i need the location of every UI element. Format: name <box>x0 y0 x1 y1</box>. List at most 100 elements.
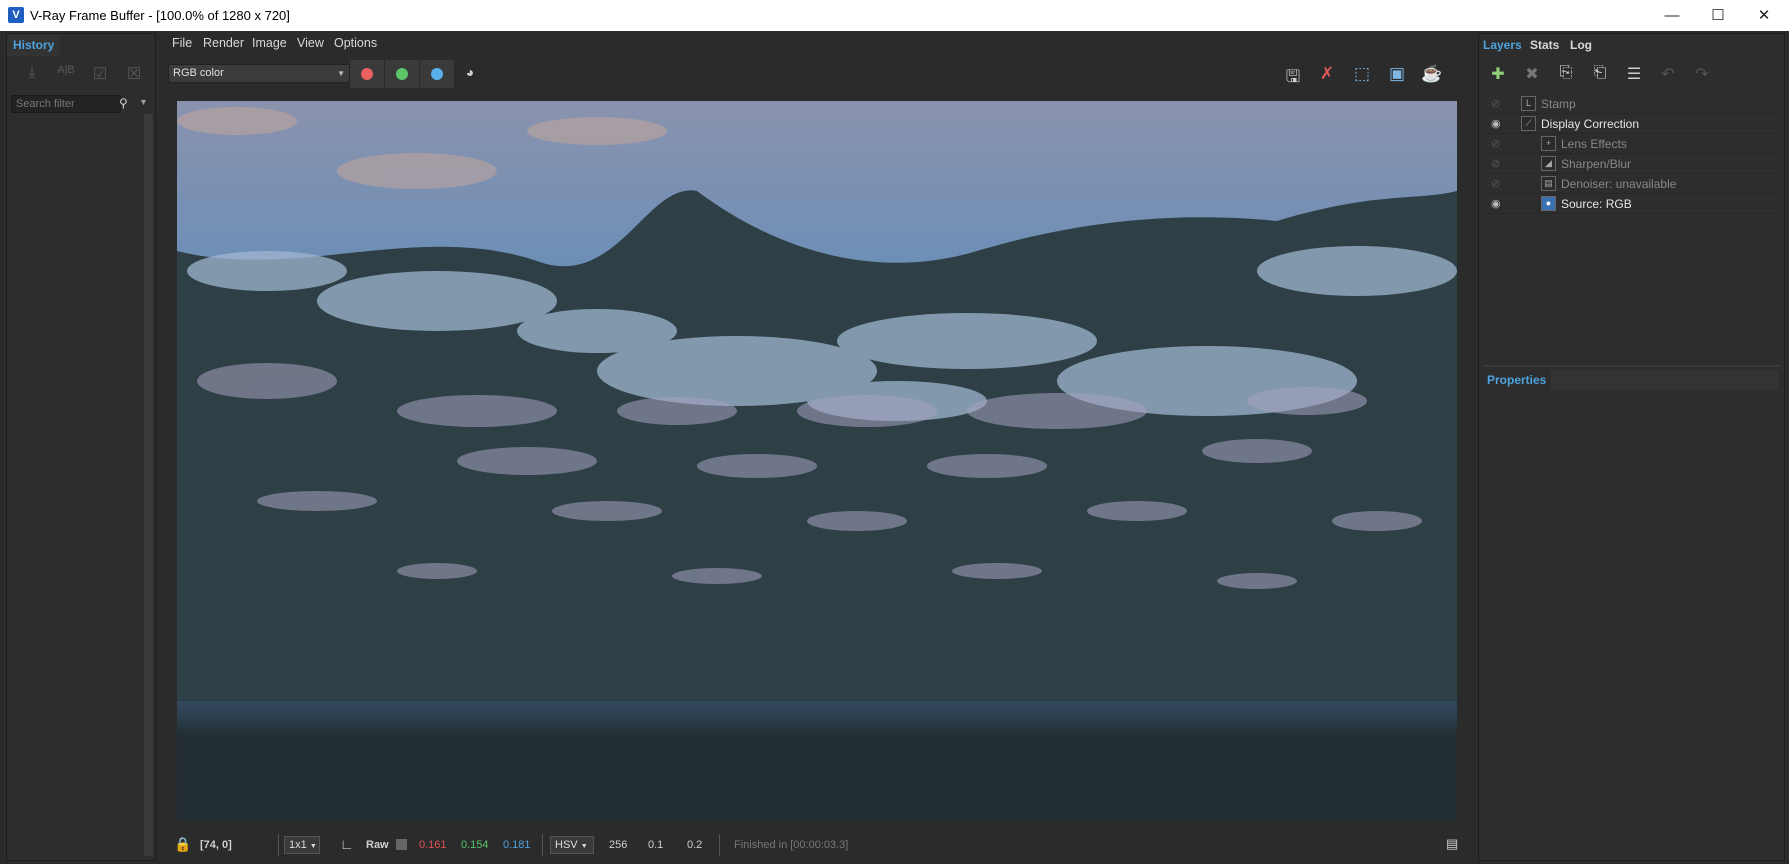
divider <box>719 834 720 856</box>
rgb-source-icon: ● <box>1541 196 1556 211</box>
blue-value: 0.181 <box>503 839 531 851</box>
chevron-down-icon: ▼ <box>580 843 588 850</box>
layer-name: Source: RGB <box>1561 197 1632 211</box>
redo-icon[interactable]: ↷ <box>1689 64 1715 88</box>
green-value: 0.154 <box>461 839 489 851</box>
layer-name: Display Correction <box>1541 117 1640 131</box>
pixel-coords: [74, 0] <box>200 839 232 851</box>
history-toolbar: ⤓ A|B ☑ ☒ <box>13 64 153 88</box>
window-title: V-Ray Frame Buffer - [100.0% of 1280 x 7… <box>30 8 290 23</box>
raw-label: Raw <box>366 839 389 851</box>
menu-image[interactable]: Image <box>252 36 287 50</box>
chevron-down-icon[interactable]: ▼ <box>139 97 148 107</box>
menu-view[interactable]: View <box>297 36 324 50</box>
lens-effects-icon: + <box>1541 136 1556 151</box>
expand-panel-icon[interactable]: ▤ <box>1446 836 1458 852</box>
render-status-message: Finished in [00:00:03.3] <box>734 839 849 851</box>
layer-display-correction[interactable]: ◉ ⟋ Display Correction <box>1483 114 1779 134</box>
green-dot-icon <box>396 68 408 80</box>
delete-layer-icon[interactable]: ✖ <box>1519 64 1545 88</box>
load-history-icon[interactable]: ☑ <box>89 64 111 84</box>
save-to-history-icon[interactable]: ⤓ <box>21 64 43 84</box>
ab-compare-icon[interactable]: A|B <box>55 64 77 84</box>
vray-logo-icon: V <box>8 7 24 23</box>
remove-history-icon[interactable]: ☒ <box>123 64 145 84</box>
curve-icon: ⟋ <box>1521 116 1536 131</box>
chevron-down-icon: ▼ <box>337 69 345 78</box>
menu-options[interactable]: Options <box>334 36 377 50</box>
blue-channel-toggle[interactable] <box>420 60 454 88</box>
minimize-button[interactable]: — <box>1649 0 1695 31</box>
hidden-icon[interactable]: ⊘ <box>1491 157 1500 170</box>
region-render-icon[interactable]: ⬚ <box>1349 64 1375 86</box>
history-scrollbar[interactable] <box>144 114 153 856</box>
color-mode-value: HSV <box>555 839 578 851</box>
load-layers-icon[interactable]: ⎗ <box>1587 64 1613 88</box>
channel-select-value: RGB color <box>173 67 224 79</box>
value-value: 0.2 <box>687 839 703 851</box>
rendered-image <box>177 101 1457 821</box>
layer-denoiser[interactable]: ⊘ ▤ Denoiser: unavailable <box>1483 174 1779 194</box>
hidden-icon[interactable]: ⊘ <box>1491 177 1500 190</box>
close-button[interactable]: ✕ <box>1741 0 1787 31</box>
tab-layers[interactable]: Layers <box>1483 38 1522 52</box>
divider <box>542 834 543 856</box>
history-panel: History ⤓ A|B ☑ ☒ Search filter ⚲ ▼ <box>6 33 156 861</box>
denoiser-icon: ▤ <box>1541 176 1556 191</box>
layer-name: Sharpen/Blur <box>1561 157 1632 171</box>
channel-select[interactable]: RGB color ▼ <box>168 64 350 83</box>
tab-stats[interactable]: Stats <box>1530 38 1559 52</box>
save-layers-icon[interactable]: ⎘ <box>1553 64 1579 88</box>
render-icon[interactable]: ☕ <box>1419 64 1445 86</box>
layer-source-rgb[interactable]: ◉ ● Source: RGB <box>1483 194 1779 214</box>
red-value: 0.161 <box>419 839 447 851</box>
layer-list: ⊘ L Stamp ◉ ⟋ Display Correction ⊘ + Len… <box>1483 94 1779 214</box>
search-icon[interactable]: ⚲ <box>119 96 128 110</box>
tab-log[interactable]: Log <box>1570 38 1592 52</box>
status-bar: 🔒 [74, 0] 1x1 ▼ ∟ Raw 0.161 0.154 0.181 … <box>166 832 1468 858</box>
layer-name: Stamp <box>1541 97 1576 111</box>
layer-sharpen-blur[interactable]: ⊘ ◢ Sharpen/Blur <box>1483 154 1779 174</box>
layer-stamp[interactable]: ⊘ L Stamp <box>1483 94 1779 114</box>
menu-render[interactable]: Render <box>203 36 244 50</box>
alpha-channel-icon[interactable]: ◕ <box>457 64 483 86</box>
properties-bar <box>1551 370 1779 390</box>
menu-bar: File Render Image View Options <box>166 33 1468 55</box>
blue-dot-icon <box>431 68 443 80</box>
add-layer-icon[interactable]: ✚ <box>1485 64 1511 88</box>
lock-icon[interactable]: 🔒 <box>174 836 191 853</box>
color-mode-select[interactable]: HSV ▼ <box>550 836 594 854</box>
chevron-down-icon: ▼ <box>309 843 317 850</box>
layer-presets-icon[interactable]: ☰ <box>1621 64 1647 88</box>
render-viewport[interactable] <box>177 101 1457 821</box>
layer-lens-effects[interactable]: ⊘ + Lens Effects <box>1483 134 1779 154</box>
hidden-icon[interactable]: ⊘ <box>1491 137 1500 150</box>
maximize-button[interactable]: ☐ <box>1695 0 1741 31</box>
divider <box>278 834 279 856</box>
green-channel-toggle[interactable] <box>385 60 419 88</box>
menu-file[interactable]: File <box>172 36 192 50</box>
layers-panel: Layers Stats Log ✚ ✖ ⎘ ⎗ ☰ ↶ ↷ ⊘ L Stamp… <box>1478 33 1785 861</box>
undo-icon[interactable]: ↶ <box>1655 64 1681 88</box>
tab-history[interactable]: History <box>7 34 61 56</box>
follow-mouse-icon[interactable]: ▣ <box>1384 64 1410 86</box>
sampling-value: 1x1 <box>289 839 307 851</box>
eye-icon[interactable]: ◉ <box>1491 117 1501 130</box>
panel-splitter[interactable] <box>1483 365 1779 367</box>
clear-image-icon[interactable]: ✗ <box>1314 64 1340 86</box>
save-image-icon[interactable]: 🖫 <box>1280 64 1306 86</box>
red-channel-toggle[interactable] <box>350 60 384 88</box>
window-title-bar: V V-Ray Frame Buffer - [100.0% of 1280 x… <box>0 0 1789 31</box>
raw-checkbox[interactable] <box>396 839 407 850</box>
layer-name: Lens Effects <box>1561 137 1627 151</box>
image-toolbar: RGB color ▼ ◕ 🖫 ✗ ⬚ ▣ ☕ <box>166 60 1468 88</box>
hue-value: 256 <box>609 839 628 851</box>
search-filter-input[interactable]: Search filter <box>11 95 121 113</box>
layers-toolbar: ✚ ✖ ⎘ ⎗ ☰ ↶ ↷ <box>1479 62 1779 90</box>
eye-icon[interactable]: ◉ <box>1491 197 1501 210</box>
hidden-icon[interactable]: ⊘ <box>1491 97 1500 110</box>
curve-icon[interactable]: ∟ <box>340 836 354 852</box>
tab-properties[interactable]: Properties <box>1487 373 1546 387</box>
sharpen-icon: ◢ <box>1541 156 1556 171</box>
sampling-select[interactable]: 1x1 ▼ <box>284 836 320 854</box>
